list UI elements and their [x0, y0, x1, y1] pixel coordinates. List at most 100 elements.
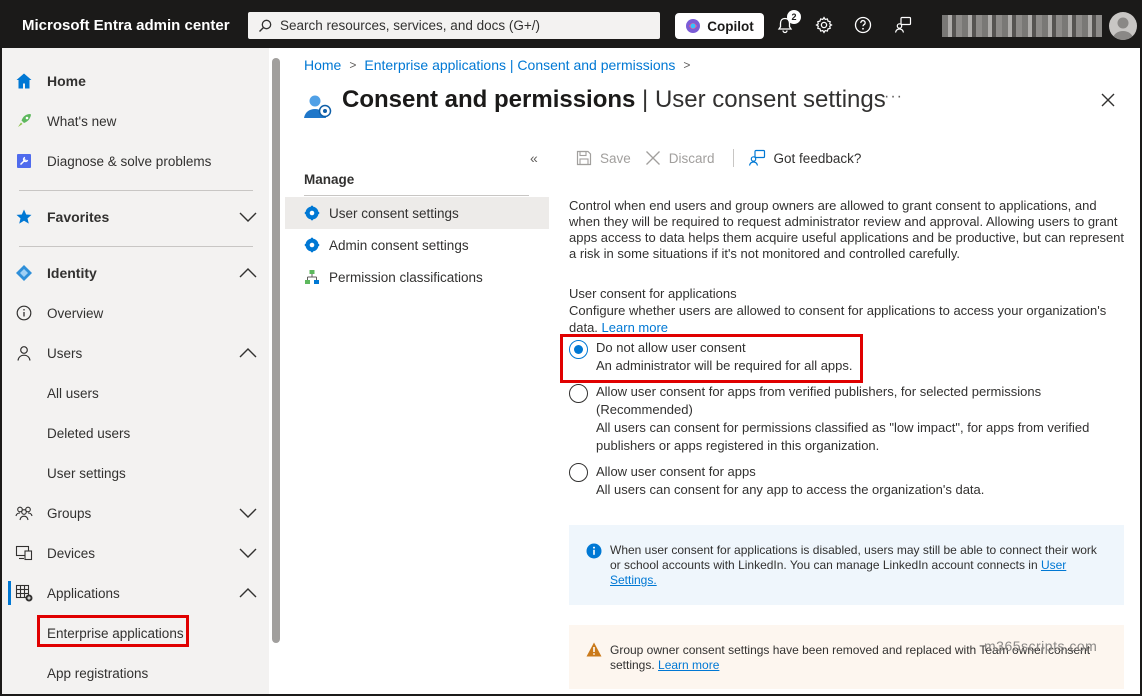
nav-overview-label: Overview: [47, 305, 104, 321]
top-bar: Microsoft Entra admin center Copilot 2: [2, 2, 1140, 48]
section-description: Configure whether users are allowed to c…: [569, 303, 1129, 336]
chevron-down-icon[interactable]: [239, 210, 257, 225]
notification-badge: 2: [787, 10, 801, 24]
info-message-bar: When user consent for applications is di…: [569, 525, 1124, 605]
warning-learn-more-link[interactable]: Learn more: [658, 658, 719, 672]
avatar[interactable]: [1109, 12, 1137, 40]
nav-user-settings-label: User settings: [47, 465, 126, 481]
applications-grid-icon: [15, 584, 33, 602]
nav-all-users[interactable]: All users: [2, 373, 269, 413]
learn-more-link[interactable]: Learn more: [602, 320, 668, 335]
option-do-not-allow: Do not allow user consent An administrat…: [596, 339, 856, 375]
breadcrumb-enterprise-applications[interactable]: Enterprise applications | Consent and pe…: [364, 57, 675, 73]
users-gear-icon: [304, 95, 332, 118]
nav-diagnose-label: Diagnose & solve problems: [47, 153, 212, 169]
nav-identity[interactable]: Identity: [2, 253, 269, 293]
nav-overview[interactable]: Overview: [2, 293, 269, 333]
star-icon: [15, 208, 33, 226]
left-navigation: Home What's new Diagnose & solve problem…: [2, 48, 269, 694]
info-text: When user consent for applications is di…: [610, 543, 1097, 572]
option-title: Allow user consent for apps: [596, 464, 756, 479]
copilot-label: Copilot: [707, 18, 754, 34]
watermark: m365scripts.com: [984, 638, 1098, 654]
nav-divider: [19, 246, 253, 247]
global-search[interactable]: [248, 12, 660, 39]
option-detail: All users can consent for permissions cl…: [596, 420, 1090, 453]
brand-title[interactable]: Microsoft Entra admin center: [22, 17, 230, 34]
info-circle-icon: [15, 304, 33, 322]
nav-favorites-label: Favorites: [47, 209, 110, 225]
nav-diagnose[interactable]: Diagnose & solve problems: [2, 141, 269, 181]
people-group-icon: [15, 504, 33, 522]
radio-do-not-allow-consent[interactable]: [569, 340, 588, 359]
rocket-icon: [15, 112, 33, 130]
menu-item-label: Permission classifications: [329, 269, 483, 285]
page-title-main: Consent and permissions: [342, 86, 636, 113]
home-icon: [15, 72, 33, 90]
discard-button[interactable]: Discard: [645, 150, 715, 166]
notifications-button[interactable]: 2: [775, 10, 801, 35]
nav-home-label: Home: [47, 73, 86, 89]
radio-allow-all-apps[interactable]: [569, 463, 588, 482]
window: Microsoft Entra admin center Copilot 2: [0, 0, 1142, 696]
person-icon: [15, 344, 33, 362]
nav-app-registrations[interactable]: App registrations: [2, 653, 269, 693]
sidebar-scrollbar[interactable]: [272, 58, 280, 643]
menu-user-consent-settings[interactable]: User consent settings: [285, 197, 549, 229]
wrench-icon: [15, 152, 33, 170]
close-icon[interactable]: [1099, 91, 1117, 109]
nav-home[interactable]: Home: [2, 61, 269, 101]
nav-whats-new[interactable]: What's new: [2, 101, 269, 141]
feedback-button[interactable]: [893, 15, 913, 35]
breadcrumb: Home > Enterprise applications | Consent…: [304, 57, 690, 73]
chevron-up-icon[interactable]: [239, 346, 257, 361]
nav-all-users-label: All users: [47, 385, 99, 401]
identity-diamond-icon: [15, 264, 33, 282]
gear-icon: [304, 205, 320, 221]
discard-x-icon: [645, 151, 660, 165]
settings-button[interactable]: [814, 15, 834, 35]
radio-allow-verified-publishers[interactable]: [569, 384, 588, 403]
nav-devices[interactable]: Devices: [2, 533, 269, 573]
more-options-button[interactable]: ···: [884, 88, 903, 106]
help-button[interactable]: [853, 15, 873, 35]
help-icon: [854, 16, 872, 34]
chevron-down-icon[interactable]: [239, 546, 257, 561]
feedback-button[interactable]: Got feedback?: [748, 149, 861, 167]
collapse-menu-button[interactable]: «: [530, 150, 538, 166]
breadcrumb-home[interactable]: Home: [304, 57, 341, 73]
nav-groups[interactable]: Groups: [2, 493, 269, 533]
chevron-up-icon[interactable]: [239, 266, 257, 281]
feedback-person-icon: [894, 16, 912, 33]
nav-deleted-users[interactable]: Deleted users: [2, 413, 269, 453]
account-name-blurred[interactable]: [942, 15, 1102, 37]
save-button[interactable]: Save: [576, 150, 631, 166]
nav-user-settings[interactable]: User settings: [2, 453, 269, 493]
option-title: Allow user consent for apps from verifie…: [596, 384, 1042, 417]
nav-groups-label: Groups: [47, 505, 92, 521]
warning-message-bar: Group owner consent settings have been r…: [569, 625, 1124, 689]
copilot-icon: [686, 19, 701, 33]
hierarchy-icon: [304, 269, 320, 285]
nav-applications[interactable]: Applications: [2, 573, 269, 613]
gear-icon: [815, 16, 833, 34]
nav-devices-label: Devices: [47, 545, 96, 561]
menu-admin-consent-settings[interactable]: Admin consent settings: [285, 229, 549, 261]
menu-item-label: User consent settings: [329, 205, 459, 221]
nav-users-label: Users: [47, 345, 83, 361]
menu-permission-classifications[interactable]: Permission classifications: [285, 261, 549, 293]
copilot-button[interactable]: Copilot: [675, 13, 764, 39]
search-icon: [259, 19, 272, 32]
nav-favorites[interactable]: Favorites: [2, 197, 269, 237]
chevron-up-icon[interactable]: [239, 586, 257, 601]
nav-app-registrations-label: App registrations: [47, 665, 149, 681]
search-input[interactable]: [280, 18, 640, 33]
nav-users[interactable]: Users: [2, 333, 269, 373]
nav-whats-new-label: What's new: [47, 113, 117, 129]
option-allow-all: Allow user consent for apps All users ca…: [596, 463, 1096, 499]
chevron-down-icon[interactable]: [239, 506, 257, 521]
user-avatar-icon: [1112, 17, 1134, 40]
page-description: Control when end users and group owners …: [569, 198, 1125, 261]
section-title: User consent for applications: [569, 286, 737, 301]
option-detail: All users can consent for any app to acc…: [596, 482, 985, 497]
